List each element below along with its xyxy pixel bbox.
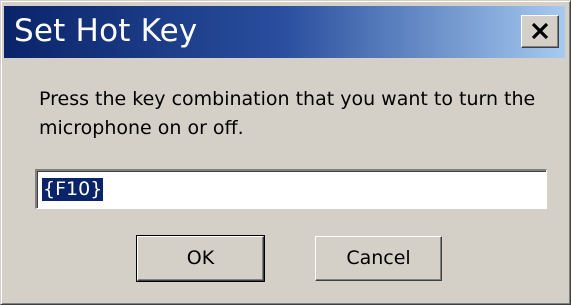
window-title: Set Hot Key xyxy=(14,13,198,49)
close-icon xyxy=(531,22,549,40)
instruction-text: Press the key combination that you want … xyxy=(39,88,536,139)
close-button[interactable] xyxy=(521,15,559,48)
hotkey-value: {F10} xyxy=(42,178,104,201)
cancel-button[interactable]: Cancel xyxy=(315,236,442,281)
title-bar[interactable]: Set Hot Key xyxy=(4,6,565,58)
ok-button[interactable]: OK xyxy=(136,235,265,282)
hotkey-input[interactable]: {F10} xyxy=(35,169,547,209)
set-hot-key-dialog: Set Hot Key Press the key combination th… xyxy=(0,0,571,305)
